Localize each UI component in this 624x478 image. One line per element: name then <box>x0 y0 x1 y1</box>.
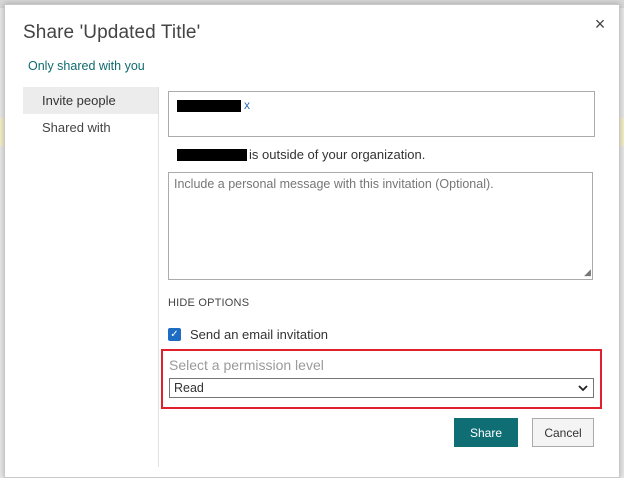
chevron-down-icon <box>578 385 588 392</box>
share-sidebar: Invite people Shared with <box>23 87 158 141</box>
redacted-person-name <box>177 100 241 112</box>
permission-selected-value: Read <box>174 381 204 395</box>
resize-grip-icon[interactable]: ◢ <box>584 268 593 277</box>
cancel-button[interactable]: Cancel <box>532 418 594 447</box>
redacted-person-name <box>177 149 247 161</box>
permission-level-label: Select a permission level <box>169 357 324 373</box>
only-shared-with-you-link[interactable]: Only shared with you <box>28 59 145 73</box>
external-user-warning: is outside of your organization. <box>168 146 608 164</box>
remove-person-button[interactable]: x <box>244 98 250 112</box>
permission-level-select[interactable]: Read <box>169 378 594 398</box>
personal-message-textarea[interactable] <box>168 172 593 280</box>
nav-item-shared-with[interactable]: Shared with <box>23 114 158 141</box>
email-invitation-checkbox[interactable]: ✓ <box>168 327 181 341</box>
email-invitation-label: Send an email invitation <box>190 326 329 342</box>
sidebar-divider <box>158 87 159 467</box>
close-icon[interactable]: × <box>591 15 609 33</box>
people-picker-input[interactable]: x <box>168 91 595 137</box>
hide-options-link[interactable]: HIDE OPTIONS <box>168 297 249 309</box>
warning-text: is outside of your organization. <box>249 147 426 162</box>
nav-item-invite-people[interactable]: Invite people <box>23 87 158 114</box>
dialog-title: Share 'Updated Title' <box>23 22 201 43</box>
email-invitation-option: ✓ Send an email invitation <box>168 326 328 342</box>
share-button[interactable]: Share <box>454 418 518 447</box>
